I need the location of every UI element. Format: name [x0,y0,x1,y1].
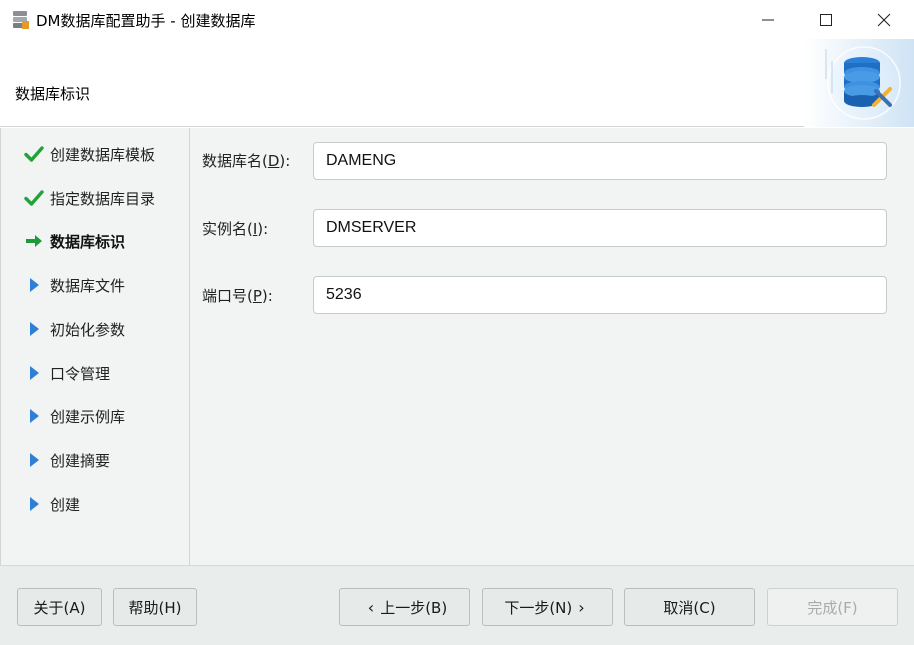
check-icon [23,144,45,164]
cancel-button[interactable]: 取消(C) [624,588,755,626]
maximize-button[interactable] [797,0,855,39]
triangle-right-icon [23,363,45,383]
next-label: 下一步(N) [504,598,573,617]
step-item: 创建示例库 [1,404,190,428]
prev-button[interactable]: ‹ 上一步(B) [339,588,470,626]
prev-label: 上一步(B) [380,598,448,617]
step-item: 初始化参数 [1,317,190,341]
step-item: 口令管理 [1,361,190,385]
triangle-right-icon [23,494,45,514]
step-label: 口令管理 [50,364,111,383]
arrow-right-icon [23,231,45,251]
maximize-icon [820,13,832,26]
minimize-icon [762,19,774,20]
minimize-button[interactable] [739,0,797,39]
step-label: 数据库文件 [50,277,126,296]
step-label: 创建 [50,495,81,514]
form-panel: 数据库名(D): 实例名(I): 端口号(P): [190,128,914,565]
instance-name-field[interactable] [313,209,887,247]
database-stack-icon [13,11,29,29]
page-title: 数据库标识 [15,85,91,103]
chevron-left-icon: ‹ [367,597,375,617]
step-item: 创建数据库模板 [1,142,190,166]
title-bar: DM数据库配置助手 - 创建数据库 [0,0,914,39]
instance-name-label: 实例名(I): [202,220,269,238]
triangle-right-icon [23,275,45,295]
step-label: 创建示例库 [50,408,126,427]
close-icon [877,13,891,26]
wizard-footer: 关于(A) 帮助(H) ‹ 上一步(B) 下一步(N) › 取消(C) 完成(F… [0,565,914,645]
database-tools-icon [804,39,914,127]
wizard-header: 数据库标识 [0,39,914,127]
step-item: 创建摘要 [1,448,190,472]
chevron-right-icon: › [578,597,585,617]
finish-button[interactable]: 完成(F) [767,588,898,626]
port-label: 端口号(P): [202,287,273,305]
triangle-right-icon [23,406,45,426]
step-label: 创建数据库模板 [50,146,156,164]
step-label: 创建摘要 [50,451,111,470]
db-name-label: 数据库名(D): [202,152,291,170]
wizard-step-list: 创建数据库模板 指定数据库目录 数据库标识数据库文件初始化参数口令管理创建示例库创建… [0,128,190,565]
step-item: 指定数据库目录 [1,186,190,210]
check-icon [23,188,45,208]
step-label: 指定数据库目录 [50,189,156,208]
db-name-field[interactable] [313,142,887,180]
step-item: 数据库文件 [1,273,190,297]
triangle-right-icon [23,319,45,339]
next-button[interactable]: 下一步(N) › [482,588,613,626]
step-label: 初始化参数 [50,320,126,339]
step-item: 数据库标识 [1,229,190,253]
triangle-right-icon [23,450,45,470]
close-button[interactable] [855,0,913,39]
port-field[interactable] [313,276,887,314]
step-label: 数据库标识 [50,233,126,252]
help-button[interactable]: 帮助(H) [113,588,197,626]
about-button[interactable]: 关于(A) [17,588,102,626]
step-item: 创建 [1,492,190,516]
window-title: DM数据库配置助手 - 创建数据库 [36,12,256,30]
